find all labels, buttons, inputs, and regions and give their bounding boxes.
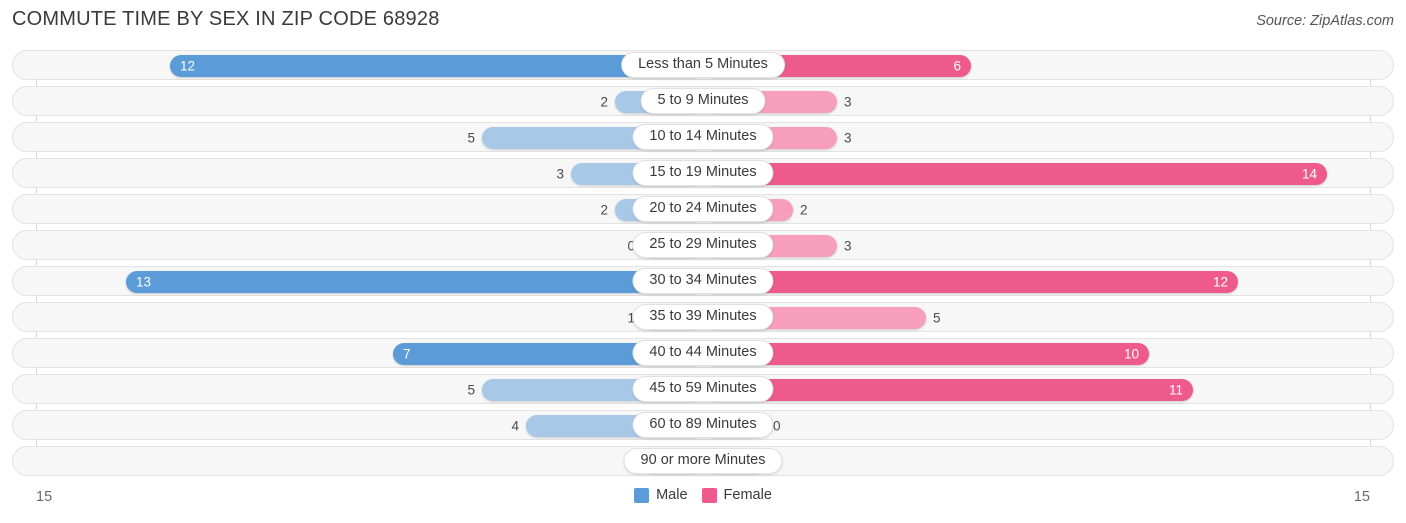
category-label: 30 to 34 Minutes — [632, 268, 774, 294]
bar-value-female: 3 — [844, 238, 852, 254]
bar-value-male: 13 — [136, 274, 152, 290]
chart-row[interactable]: 12 6 Less than 5 Minutes — [12, 50, 1394, 80]
bar-value-female: 6 — [953, 58, 961, 74]
bar-value-male: 5 — [467, 130, 475, 146]
bar-male[interactable]: 13 — [126, 271, 704, 293]
bar-value-male: 2 — [600, 202, 608, 218]
category-label: 15 to 19 Minutes — [632, 160, 774, 186]
bar-value-male: 4 — [511, 418, 519, 434]
bar-value-female: 11 — [1168, 382, 1183, 398]
bar-value-female: 3 — [844, 94, 852, 110]
bar-value-female: 2 — [800, 202, 808, 218]
chart-plot-area: 12 6 Less than 5 Minutes 2 3 5 to 9 Minutes 5 3… — [0, 50, 1406, 484]
chart-row[interactable]: 1 5 35 to 39 Minutes — [12, 302, 1394, 332]
page-title: COMMUTE TIME BY SEX IN ZIP CODE 68928 — [12, 8, 440, 30]
category-label: 5 to 9 Minutes — [640, 88, 766, 114]
chart-row[interactable]: 3 14 15 to 19 Minutes — [12, 158, 1394, 188]
legend-label-male: Male — [656, 487, 688, 503]
legend-label-female: Female — [723, 487, 772, 503]
category-label: Less than 5 Minutes — [621, 52, 785, 78]
chart-row[interactable]: 4 0 60 to 89 Minutes — [12, 410, 1394, 440]
chart-row[interactable]: 0 3 25 to 29 Minutes — [12, 230, 1394, 260]
bar-value-male: 12 — [180, 58, 196, 74]
bar-value-female: 14 — [1301, 166, 1317, 182]
bar-value-male: 2 — [600, 94, 608, 110]
category-label: 20 to 24 Minutes — [632, 196, 774, 222]
bar-value-male: 3 — [556, 166, 564, 182]
category-label: 10 to 14 Minutes — [632, 124, 774, 150]
category-label: 60 to 89 Minutes — [632, 412, 774, 438]
chart-row[interactable]: 1090 or more Minutes — [12, 446, 1394, 476]
chart-row[interactable]: 13 12 30 to 34 Minutes — [12, 266, 1394, 296]
chart-legend: Male Female — [0, 487, 1406, 503]
category-label: 35 to 39 Minutes — [632, 304, 774, 330]
legend-item-female[interactable]: Female — [701, 487, 772, 503]
bar-value-female: 10 — [1123, 346, 1139, 362]
category-label: 90 or more Minutes — [623, 448, 783, 474]
legend-swatch-female — [701, 487, 717, 503]
chart-row[interactable]: 2 2 20 to 24 Minutes — [12, 194, 1394, 224]
bar-value-male: 5 — [467, 382, 475, 398]
chart-row[interactable]: 5 11 45 to 59 Minutes — [12, 374, 1394, 404]
category-label: 40 to 44 Minutes — [632, 340, 774, 366]
bar-value-male: 7 — [403, 346, 411, 362]
legend-swatch-male — [634, 487, 650, 503]
category-label: 25 to 29 Minutes — [632, 232, 774, 258]
bar-value-female: 0 — [773, 418, 781, 434]
bar-value-female: 12 — [1212, 274, 1228, 290]
bar-female[interactable]: 14 — [704, 163, 1327, 185]
bar-value-female: 5 — [933, 310, 941, 326]
category-label: 45 to 59 Minutes — [632, 376, 774, 402]
source-attribution: Source: ZipAtlas.com — [1256, 13, 1394, 29]
chart-row[interactable]: 2 3 5 to 9 Minutes — [12, 86, 1394, 116]
bar-female[interactable]: 12 — [704, 271, 1238, 293]
bar-female[interactable]: 11 — [704, 379, 1193, 401]
chart-row[interactable]: 5 3 10 to 14 Minutes — [12, 122, 1394, 152]
chart-row[interactable]: 7 10 40 to 44 Minutes — [12, 338, 1394, 368]
bar-value-female: 3 — [844, 130, 852, 146]
legend-item-male[interactable]: Male — [634, 487, 688, 503]
